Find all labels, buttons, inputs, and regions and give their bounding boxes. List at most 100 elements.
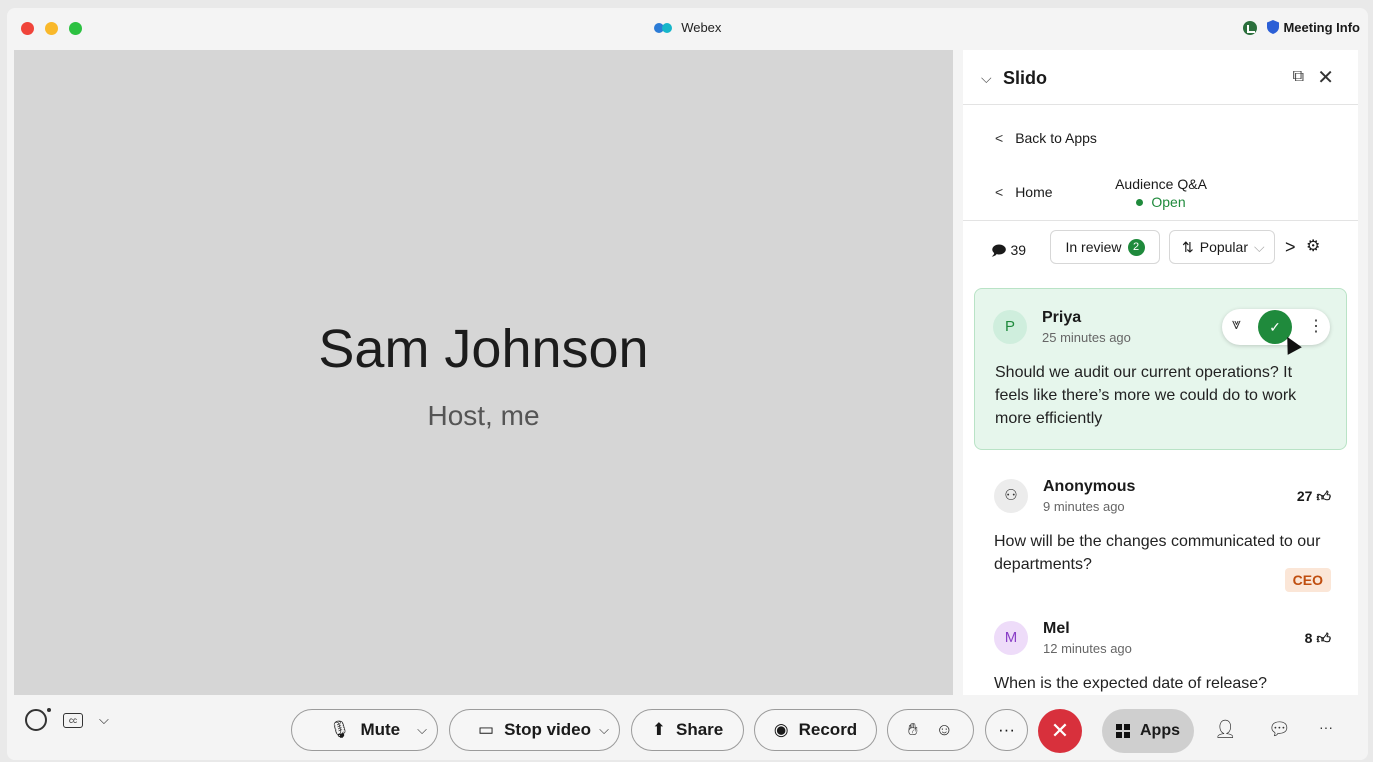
sort-icon: ⇅ bbox=[1182, 238, 1194, 255]
close-icon: ✕ bbox=[1050, 718, 1070, 743]
question-actions: ⩔ ✓ ⋮ bbox=[1222, 309, 1330, 345]
stop-video-button[interactable]: ▭ Stop video ⌵ bbox=[449, 709, 620, 751]
sort-label: Popular bbox=[1199, 239, 1248, 255]
comment-count-value: 39 bbox=[1010, 242, 1027, 258]
record-icon: ◉ bbox=[773, 720, 789, 739]
chevron-down-icon[interactable]: ⌵ bbox=[599, 722, 609, 738]
bottom-left-tools: cc ⌵ bbox=[25, 708, 109, 731]
pop-out-icon[interactable]: ⧉ bbox=[1293, 68, 1304, 86]
chevron-left-icon: < bbox=[995, 184, 1004, 200]
section-status-text: Open bbox=[1151, 194, 1186, 210]
sort-dropdown[interactable]: ⇅ Popular ⌵ bbox=[1169, 230, 1275, 264]
ellipsis-icon: ··· bbox=[998, 720, 1015, 739]
qa-toolbar: 🗩 39 In review 2 ⇅ Popular ⌵ > ⚙ bbox=[963, 230, 1358, 268]
window-title-text: Webex bbox=[681, 20, 722, 35]
dismiss-chevrons-icon[interactable]: ⩔ bbox=[1232, 316, 1241, 334]
in-review-button[interactable]: In review 2 bbox=[1050, 230, 1160, 264]
comment-count[interactable]: 🗩 39 bbox=[991, 240, 1026, 264]
layout-icon[interactable] bbox=[25, 708, 51, 731]
in-review-label: In review bbox=[1065, 239, 1122, 255]
share-icon: ⬆ bbox=[651, 720, 666, 739]
more-options-icon[interactable]: ⋮ bbox=[1308, 316, 1324, 336]
more-icon[interactable]: ··· bbox=[1319, 719, 1333, 735]
title-bar: Webex Meeting Info bbox=[7, 8, 1368, 50]
closed-captions-icon[interactable]: cc bbox=[63, 712, 83, 728]
record-label: Record bbox=[798, 720, 858, 739]
avatar: P bbox=[993, 310, 1027, 344]
participant-role: Host, me bbox=[427, 400, 540, 431]
scroll-right-arrow-icon[interactable]: > bbox=[1285, 237, 1296, 258]
chevron-down-icon[interactable]: ⌵ bbox=[417, 722, 427, 738]
status-dot-icon bbox=[1136, 199, 1144, 206]
more-options-button[interactable]: ··· bbox=[985, 709, 1028, 751]
speech-bubble-icon: 🗩 bbox=[991, 242, 1007, 258]
like-button[interactable]: 27 👍︎ bbox=[1297, 488, 1331, 505]
share-label: Share bbox=[676, 720, 724, 739]
question-card-highlighted[interactable]: P Priya 25 minutes ago ⩔ ✓ ⋮ Should we a… bbox=[974, 288, 1347, 450]
video-stage: Sam Johnson Host, me bbox=[14, 50, 953, 695]
chevron-down-icon: ⌵ bbox=[1254, 238, 1265, 255]
question-time: 25 minutes ago bbox=[1042, 330, 1131, 345]
like-button[interactable]: 8 👍︎ bbox=[1305, 630, 1331, 647]
question-time: 12 minutes ago bbox=[1043, 641, 1132, 656]
record-button[interactable]: ◉ Record bbox=[754, 709, 877, 751]
question-time: 9 minutes ago bbox=[1043, 499, 1125, 514]
participants-icon[interactable]: 👤︎ bbox=[1214, 719, 1237, 740]
slido-panel: ⌵ Slido ⧉ ✕ < Back to Apps < Home Audience… bbox=[963, 50, 1358, 695]
title-bar-right: Meeting Info bbox=[1243, 20, 1360, 35]
emoji-reaction-icon[interactable]: ☺ bbox=[936, 720, 953, 740]
chevron-left-icon: < bbox=[995, 130, 1004, 146]
question-card[interactable]: M Mel 12 minutes ago 8 👍︎ When is the ex… bbox=[974, 610, 1347, 695]
question-author: Mel bbox=[1043, 620, 1070, 637]
chat-icon[interactable]: 💬︎ bbox=[1268, 719, 1291, 740]
participant-name: Sam Johnson bbox=[318, 319, 649, 379]
question-text: When is the expected date of release? bbox=[994, 675, 1268, 692]
collapse-chevron-icon[interactable]: ⌵ bbox=[981, 70, 992, 87]
home-link[interactable]: < Home bbox=[995, 184, 1053, 200]
home-label: Home bbox=[1015, 184, 1053, 200]
webex-window: Webex Meeting Info Sam Johnson Host, me … bbox=[7, 8, 1368, 760]
camera-icon: ▭ bbox=[478, 720, 495, 739]
question-text: Should we audit our current operations? … bbox=[995, 364, 1297, 427]
question-author: Priya bbox=[1042, 309, 1082, 326]
connection-signal-icon[interactable] bbox=[1243, 20, 1258, 35]
close-panel-icon[interactable]: ✕ bbox=[1317, 65, 1334, 90]
section-heading: Audience Q&A Open bbox=[1113, 176, 1209, 210]
share-button[interactable]: ⬆ Share bbox=[631, 709, 744, 751]
webex-logo-icon bbox=[653, 23, 672, 33]
thumbs-up-icon: 👍︎ bbox=[1316, 488, 1331, 504]
section-title: Audience Q&A bbox=[1115, 176, 1207, 192]
window-title: Webex bbox=[7, 20, 1368, 35]
apps-button[interactable]: Apps bbox=[1102, 709, 1194, 753]
mute-label: Mute bbox=[360, 720, 401, 739]
leave-meeting-button[interactable]: ✕ bbox=[1038, 709, 1082, 753]
stop-video-label: Stop video bbox=[504, 720, 591, 739]
apps-grid-icon bbox=[1116, 724, 1130, 738]
avatar: M bbox=[994, 621, 1028, 655]
meeting-controls-bar: cc ⌵ 🎙︎ Mute ⌵ ▭ Stop video ⌵ ⬆ Share ◉ … bbox=[7, 695, 1368, 760]
anonymous-user-icon: ⚇ bbox=[994, 479, 1028, 513]
panel-title: Slido bbox=[1003, 68, 1047, 88]
meeting-info-label: Meeting Info bbox=[1283, 20, 1360, 35]
meeting-info-button[interactable]: Meeting Info bbox=[1267, 20, 1360, 35]
shield-icon bbox=[1267, 20, 1280, 34]
raise-hand-icon[interactable]: ✋︎ bbox=[908, 720, 918, 740]
back-to-apps-link[interactable]: < Back to Apps bbox=[995, 130, 1097, 146]
question-author: Anonymous bbox=[1043, 478, 1136, 495]
back-to-apps-label: Back to Apps bbox=[1015, 130, 1097, 146]
section-status: Open bbox=[1113, 194, 1209, 210]
chevron-down-icon[interactable]: ⌵ bbox=[99, 712, 109, 728]
thumbs-up-icon: 👍︎ bbox=[1316, 630, 1331, 646]
like-count: 8 bbox=[1304, 630, 1313, 646]
mute-button[interactable]: 🎙︎ Mute ⌵ bbox=[291, 709, 438, 751]
reactions-group: ✋︎ ☺ bbox=[887, 709, 974, 751]
like-count: 27 bbox=[1296, 488, 1313, 504]
gear-icon[interactable]: ⚙ bbox=[1306, 236, 1320, 256]
question-card[interactable]: ⚇ Anonymous 9 minutes ago 27 👍︎ How will… bbox=[974, 468, 1347, 618]
apps-label: Apps bbox=[1140, 722, 1180, 739]
microphone-icon: 🎙︎ bbox=[328, 720, 351, 739]
in-review-count-badge: 2 bbox=[1127, 238, 1145, 256]
divider bbox=[963, 220, 1358, 221]
panel-header: ⌵ Slido ⧉ ✕ bbox=[963, 50, 1358, 105]
question-tag: CEO bbox=[1284, 568, 1331, 592]
